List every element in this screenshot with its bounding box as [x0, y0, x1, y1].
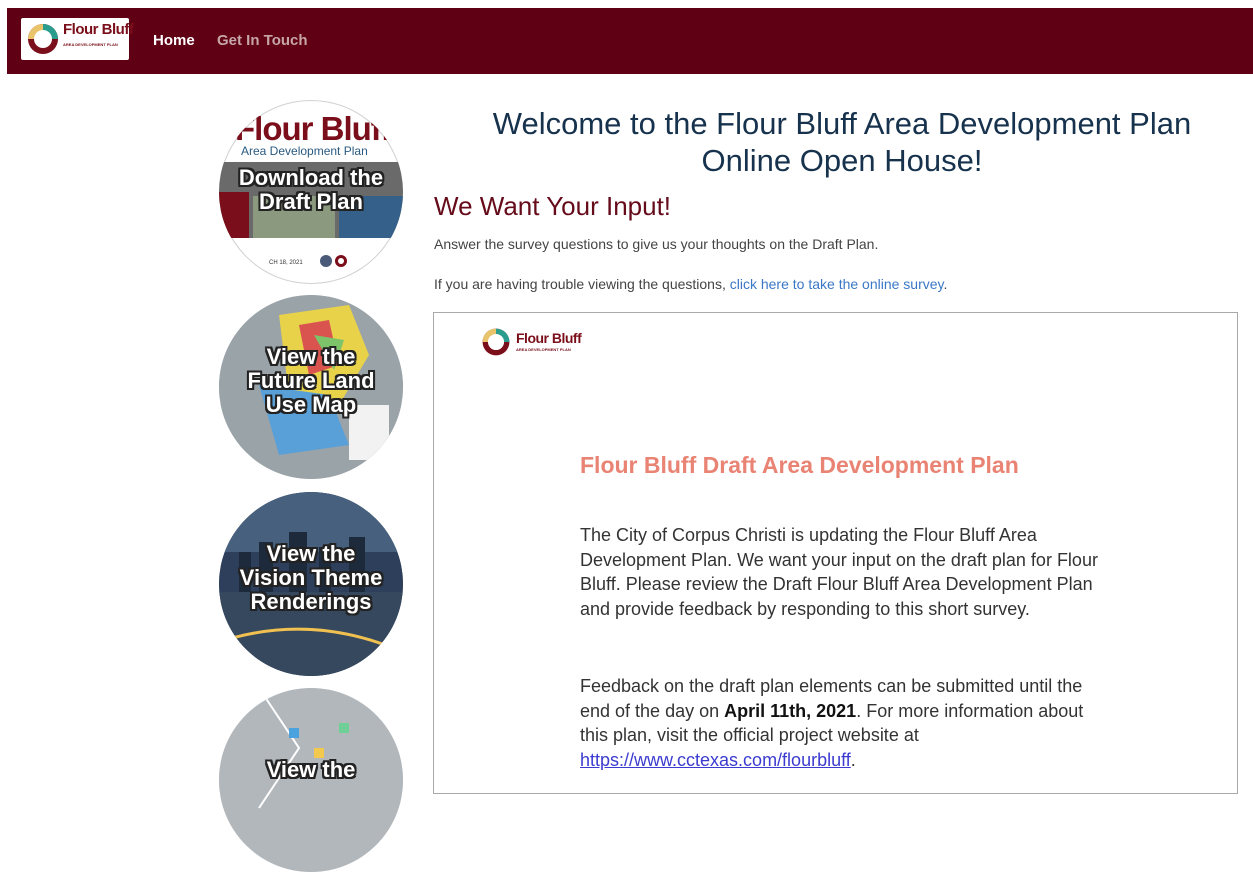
circle-cover-subtitle: Area Development Plan [241, 144, 368, 158]
deadline-date: April 11th, 2021 [724, 700, 857, 721]
survey-description: The City of Corpus Christi is updating t… [580, 525, 1098, 619]
circle-label: View the Future Land Use Map [247, 344, 375, 417]
survey-deadline-text: Feedback on the draft plan elements can … [580, 676, 1084, 770]
survey-trouble-text: If you are having trouble viewing the qu… [434, 276, 948, 292]
survey-heading: Flour Bluff Draft Area Development Plan [580, 452, 1019, 478]
future-land-use-map-button[interactable]: View the Future Land Use Map [219, 295, 403, 479]
embedded-survey-frame[interactable]: Flour Bluff AREA DEVELOPMENT PLAN Flour … [433, 312, 1238, 794]
plancc-gear-icon [482, 328, 510, 356]
brand-logo[interactable]: Flour Bluff AREA DEVELOPMENT PLAN [21, 18, 134, 60]
circle-label: Download the Draft Plan [238, 165, 384, 214]
survey-logo: Flour Bluff AREA DEVELOPMENT PLAN [479, 325, 582, 364]
survey-logo-text: Flour Bluff [516, 330, 582, 346]
navbar: Flour Bluff AREA DEVELOPMENT PLAN Home G… [7, 8, 1253, 74]
seal-icons [320, 255, 347, 267]
logo-text: Flour Bluff [63, 21, 134, 38]
logo-subtext: AREA DEVELOPMENT PLAN [63, 42, 118, 47]
circle-label: View the [266, 757, 356, 782]
vision-theme-renderings-button[interactable]: View the Vision Theme Renderings [219, 492, 403, 676]
survey-logo-subtext: AREA DEVELOPMENT PLAN [516, 347, 571, 352]
cover-date: CH 18, 2021 [269, 260, 303, 266]
section-heading: We Want Your Input! [434, 191, 672, 221]
fourth-view-button[interactable]: View the [219, 688, 403, 872]
nav-get-in-touch[interactable]: Get In Touch [217, 32, 308, 49]
survey-intro-text: Answer the survey questions to give us y… [434, 236, 879, 252]
online-survey-link[interactable]: click here to take the online survey [730, 276, 944, 292]
circle-label: View the Vision Theme Renderings [239, 541, 383, 614]
nav-home[interactable]: Home [153, 32, 195, 49]
circle-cover-title: Flour Bluff [235, 110, 392, 147]
download-draft-plan-button[interactable]: Flour Bluff Area Development Plan Downlo… [219, 100, 403, 284]
plancc-gear-icon [28, 24, 58, 54]
project-website-link[interactable]: https://www.cctexas.com/flourbluff [580, 750, 851, 770]
page-title: Welcome to the Flour Bluff Area Developm… [492, 106, 1192, 178]
